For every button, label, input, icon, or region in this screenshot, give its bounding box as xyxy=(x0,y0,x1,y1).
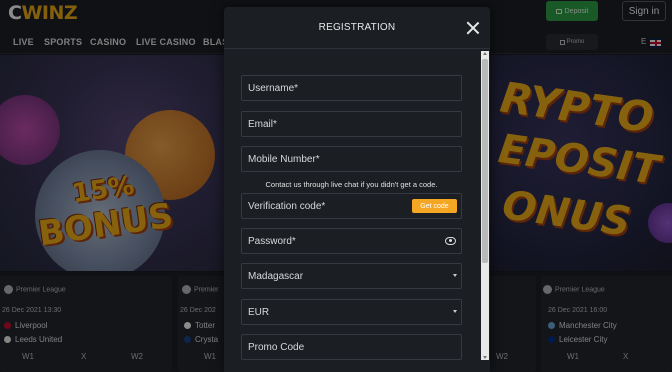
chevron-down-icon xyxy=(453,310,457,313)
close-icon[interactable] xyxy=(466,21,480,35)
country-value: Madagascar xyxy=(248,271,304,282)
currency-select[interactable]: EUR xyxy=(241,299,462,325)
username-field[interactable]: Username* xyxy=(241,75,462,101)
verification-placeholder: Verification code* xyxy=(248,201,326,212)
password-field[interactable]: Password* xyxy=(241,228,462,254)
get-code-label: Get code xyxy=(420,202,449,210)
scroll-up-icon[interactable] xyxy=(483,52,487,55)
promo-placeholder: Promo Code xyxy=(248,342,305,353)
password-placeholder: Password* xyxy=(248,236,296,247)
email-field[interactable]: Email* xyxy=(241,111,462,137)
registration-modal: REGISTRATION Username* Email* Mobile Num… xyxy=(224,7,490,372)
country-select[interactable]: Madagascar xyxy=(241,263,462,289)
email-placeholder: Email* xyxy=(248,119,277,130)
modal-scrollbar[interactable] xyxy=(481,51,489,360)
get-code-button[interactable]: Get code xyxy=(412,199,457,213)
modal-title: REGISTRATION xyxy=(318,22,396,33)
currency-value: EUR xyxy=(248,307,270,318)
modal-header: REGISTRATION xyxy=(224,7,490,49)
username-placeholder: Username* xyxy=(248,83,299,94)
chevron-down-icon xyxy=(453,274,457,277)
verification-code-field[interactable]: Verification code* Get code xyxy=(241,193,462,219)
mobile-placeholder: Mobile Number* xyxy=(248,154,320,165)
scroll-thumb[interactable] xyxy=(482,59,488,263)
scroll-down-icon[interactable] xyxy=(483,356,487,359)
mobile-number-field[interactable]: Mobile Number* xyxy=(241,146,462,172)
verification-hint: Contact us through live chat if you didn… xyxy=(265,180,438,189)
eye-icon[interactable] xyxy=(445,237,456,245)
promo-code-field[interactable]: Promo Code xyxy=(241,334,462,360)
